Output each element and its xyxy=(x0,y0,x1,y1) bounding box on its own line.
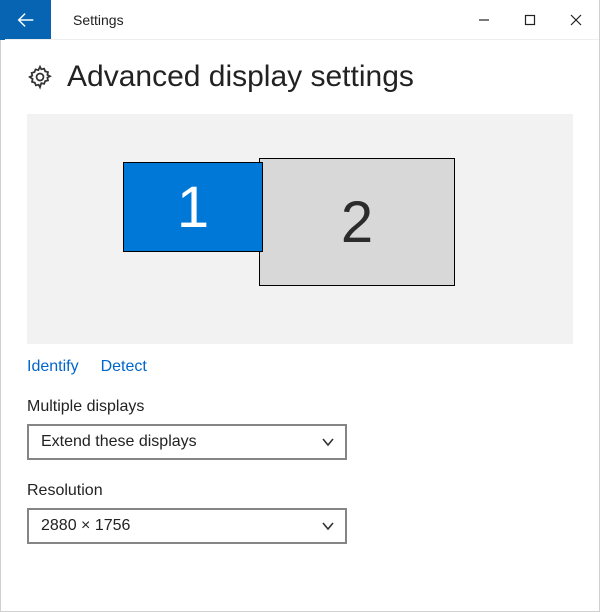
gear-icon xyxy=(27,64,53,90)
arrangement-actions: Identify Detect xyxy=(1,344,599,376)
resolution-group: Resolution 2880 × 1756 xyxy=(1,460,599,544)
resolution-value: 2880 × 1756 xyxy=(41,517,130,535)
accent-sliver xyxy=(0,0,5,40)
multiple-displays-value: Extend these displays xyxy=(41,433,197,451)
monitor-2-label: 2 xyxy=(341,189,373,256)
chevron-down-icon xyxy=(321,435,335,449)
display-arrangement-area[interactable]: 2 1 xyxy=(27,114,573,344)
page-title: Advanced display settings xyxy=(67,60,414,94)
resolution-label: Resolution xyxy=(27,482,573,500)
multiple-displays-label: Multiple displays xyxy=(27,398,573,416)
page-header: Advanced display settings xyxy=(1,40,599,100)
monitor-1-label: 1 xyxy=(177,174,209,241)
display-monitor-1[interactable]: 1 xyxy=(123,162,263,252)
close-button[interactable] xyxy=(553,0,599,40)
minimize-icon xyxy=(478,14,490,26)
resolution-select[interactable]: 2880 × 1756 xyxy=(27,508,347,544)
chevron-down-icon xyxy=(321,519,335,533)
display-monitor-2[interactable]: 2 xyxy=(259,158,455,286)
minimize-button[interactable] xyxy=(461,0,507,40)
window-controls xyxy=(461,0,599,39)
multiple-displays-group: Multiple displays Extend these displays xyxy=(1,376,599,460)
window-title: Settings xyxy=(51,0,461,39)
multiple-displays-select[interactable]: Extend these displays xyxy=(27,424,347,460)
detect-link[interactable]: Detect xyxy=(101,358,147,376)
arrow-left-icon xyxy=(15,9,37,31)
titlebar: Settings xyxy=(1,0,599,40)
back-button[interactable] xyxy=(1,0,51,39)
maximize-icon xyxy=(524,14,536,26)
close-icon xyxy=(570,14,582,26)
settings-window: Settings Advanced display settings 2 1 xyxy=(0,0,600,612)
identify-link[interactable]: Identify xyxy=(27,358,79,376)
maximize-button[interactable] xyxy=(507,0,553,40)
